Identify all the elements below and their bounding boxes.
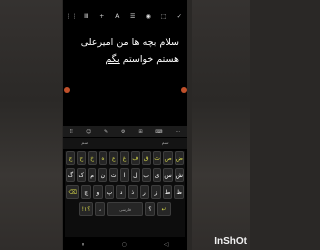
settings-icon[interactable]: ⚙ — [121, 129, 125, 135]
key[interactable]: ع — [109, 151, 119, 165]
key[interactable]: ط — [162, 185, 173, 199]
key[interactable]: چ — [81, 185, 92, 199]
keyboard-menu-icon[interactable]: ⠿ — [69, 129, 73, 135]
key[interactable]: گ — [66, 168, 75, 182]
key[interactable]: ی — [152, 168, 162, 182]
background-left — [0, 0, 62, 250]
suggestion-1[interactable]: سم — [81, 141, 88, 146]
backspace-key[interactable]: ⌫ — [65, 185, 80, 199]
question-key[interactable]: ؟ — [145, 202, 155, 216]
comma-key[interactable]: ، — [95, 202, 105, 216]
key[interactable]: ش — [174, 168, 184, 182]
key[interactable]: پ — [104, 185, 115, 199]
key[interactable]: ک — [76, 168, 86, 182]
list-icon[interactable]: ☰ — [128, 13, 138, 20]
format-icon[interactable]: Ⅲ — [81, 13, 91, 20]
keyboard-tool-row: ⠿ ☺ ✎ ⚙ ⊞ ⌨ ⋯ — [63, 126, 187, 137]
suggestion-3[interactable]: سم — [162, 141, 169, 146]
share-icon[interactable]: ⬚ — [159, 13, 169, 20]
key[interactable]: ج — [66, 151, 75, 165]
decor-dot-right — [181, 87, 187, 93]
color-icon[interactable]: ◉ — [143, 13, 153, 20]
keyboard-icon[interactable]: ⌨ — [155, 129, 162, 135]
more-icon[interactable]: ⋯ — [175, 129, 180, 135]
key[interactable]: ض — [174, 151, 184, 165]
note-underlined-word: بگم — [105, 54, 120, 65]
key[interactable]: ت — [109, 168, 119, 182]
note-line-1: سلام بچه ها من امیرعلی — [80, 37, 179, 48]
home-icon[interactable]: ○ — [122, 241, 127, 248]
note-toolbar: ⋮⋮ Ⅲ + A ☰ ◉ ⬚ ✓ — [63, 9, 187, 23]
note-text[interactable]: سلام بچه ها من امیرعلی هستم خواستم بگم — [69, 34, 179, 68]
key[interactable]: ح — [76, 151, 86, 165]
inshot-watermark: InShOt — [214, 236, 247, 247]
status-bar — [63, 0, 187, 6]
note-line-2-text: هستم خواستم — [119, 54, 179, 65]
key[interactable]: ن — [98, 168, 108, 182]
text-size-icon[interactable]: A — [112, 13, 122, 20]
key[interactable]: و — [93, 185, 103, 199]
suggestion-bar: سم سم — [63, 138, 187, 149]
handwriting-icon[interactable]: ✎ — [104, 129, 108, 135]
key[interactable]: ف — [130, 151, 140, 165]
decor-dot-left — [64, 87, 70, 93]
phone-screen: ⋮⋮ Ⅲ + A ☰ ◉ ⬚ ✓ سلام بچه ها من امیرعلی … — [63, 0, 187, 250]
key[interactable]: ز — [151, 185, 161, 199]
symbols-key[interactable]: !؟۱ — [79, 202, 93, 216]
key[interactable]: ث — [152, 151, 162, 165]
background-right — [192, 0, 250, 250]
key[interactable]: ظ — [174, 185, 185, 199]
persian-keyboard: ض ص ث ق ف غ ع ه خ ح ج ش س ی ب ل ا ت ن م … — [65, 151, 185, 237]
text-plus-icon[interactable]: + — [97, 13, 107, 20]
clipboard-icon[interactable]: ⊞ — [138, 129, 142, 135]
key[interactable]: د — [116, 185, 126, 199]
key[interactable]: ص — [163, 151, 173, 165]
key[interactable]: ا — [120, 168, 129, 182]
key[interactable]: ب — [141, 168, 151, 182]
key[interactable]: غ — [120, 151, 129, 165]
space-key[interactable]: فارسی — [107, 202, 143, 216]
note-line-2: هستم خواستم بگم — [69, 51, 179, 68]
emoji-icon[interactable]: ☺ — [86, 129, 91, 135]
navigation-bar: ⏸ ○ ◁ — [63, 239, 187, 250]
key[interactable]: م — [87, 168, 97, 182]
recents-icon[interactable]: ⏸ — [82, 241, 85, 249]
back-icon[interactable]: ◁ — [164, 241, 169, 248]
enter-key[interactable]: ↵ — [157, 202, 171, 216]
key[interactable]: ق — [141, 151, 151, 165]
key[interactable]: خ — [87, 151, 97, 165]
key[interactable]: ر — [139, 185, 150, 199]
key[interactable]: ه — [98, 151, 108, 165]
key[interactable]: ذ — [127, 185, 138, 199]
check-icon[interactable]: ✓ — [174, 13, 184, 20]
key[interactable]: ل — [130, 168, 140, 182]
key[interactable]: س — [163, 168, 173, 182]
grid-icon[interactable]: ⋮⋮ — [66, 13, 78, 20]
